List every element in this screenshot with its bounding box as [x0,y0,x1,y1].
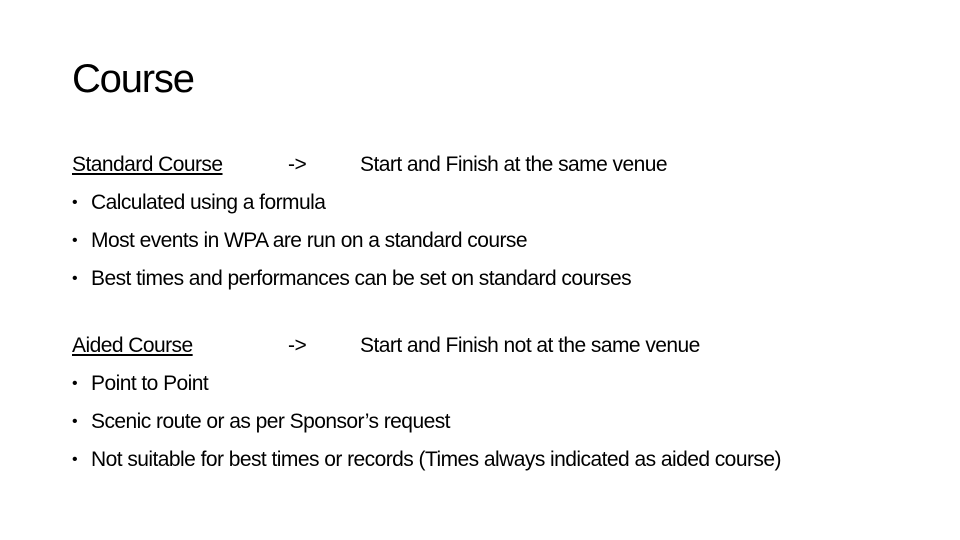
bullet-icon: • [72,194,78,211]
list-item-text: Point to Point [91,372,209,395]
list-item-text: Scenic route or as per Sponsor’s request [91,410,450,433]
list-item: • Scenic route or as per Sponsor’s reque… [72,403,781,441]
section-name: Aided Course [72,334,193,357]
section-description: Start and Finish not at the same venue [360,334,700,357]
list-item-text: Most events in WPA are run on a standard… [91,229,528,252]
bullet-icon: • [72,413,78,430]
list-item: • Not suitable for best times or records… [72,441,781,479]
bullet-icon: • [72,451,78,468]
bullet-icon: • [72,232,78,249]
section-heading: Aided Course -> Start and Finish not at … [72,327,781,365]
arrow-icon: -> [288,334,307,357]
list-item: • Best times and performances can be set… [72,260,632,298]
standard-course-section: Standard Course -> Start and Finish at t… [72,146,668,298]
list-item-text: Calculated using a formula [91,191,326,214]
aided-course-section: Aided Course -> Start and Finish not at … [72,327,781,479]
section-name: Standard Course [72,153,223,176]
list-item-text: Not suitable for best times or records (… [91,448,781,471]
list-item: • Point to Point [72,365,781,403]
list-item-text: Best times and performances can be set o… [91,267,632,290]
slide-title: Course [72,57,195,101]
arrow-icon: -> [288,153,307,176]
bullet-icon: • [72,270,78,287]
section-description: Start and Finish at the same venue [360,153,668,176]
section-heading: Standard Course -> Start and Finish at t… [72,146,668,184]
list-item: • Calculated using a formula [72,184,631,222]
list-item: • Most events in WPA are run on a standa… [72,222,631,260]
bullet-icon: • [72,375,78,392]
